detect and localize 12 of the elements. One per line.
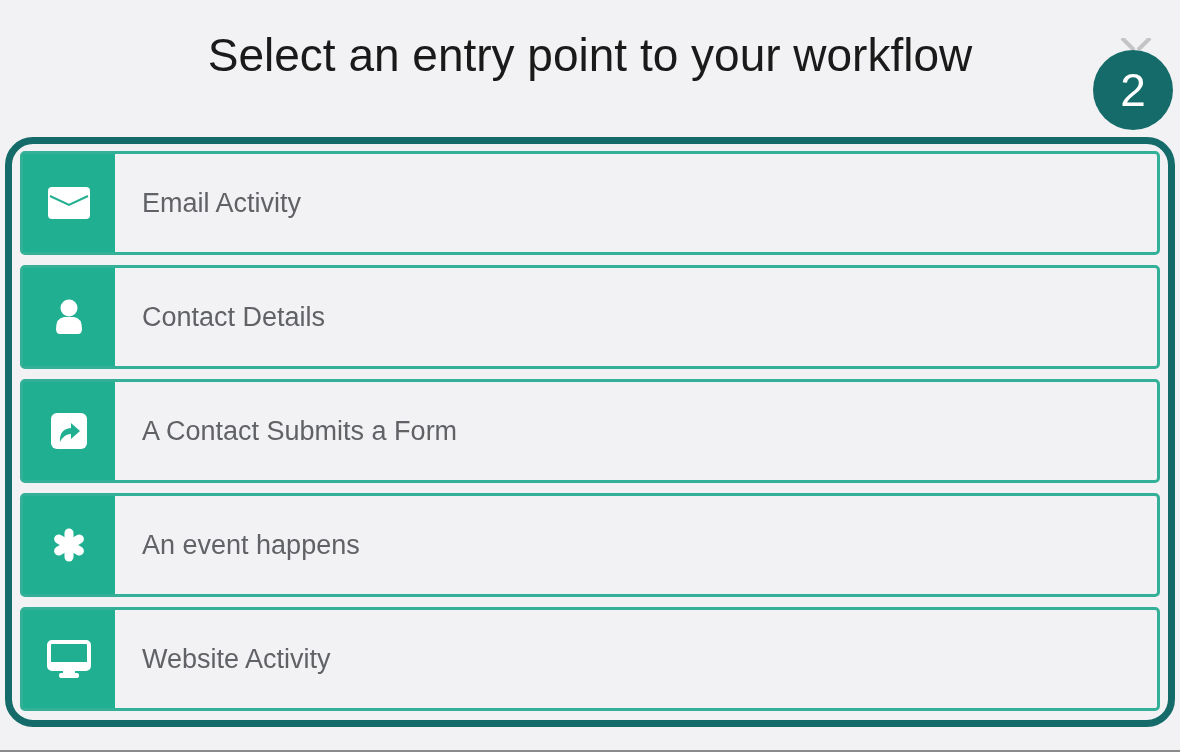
dialog-title: Select an entry point to your workflow bbox=[207, 28, 973, 83]
entry-point-option[interactable]: An event happens bbox=[20, 493, 1160, 597]
monitor-icon bbox=[47, 640, 91, 678]
asterisk-icon bbox=[52, 528, 86, 562]
close-button[interactable] bbox=[1120, 38, 1152, 50]
entry-point-option[interactable]: A Contact Submits a Form bbox=[20, 379, 1160, 483]
step-badge: 2 bbox=[1093, 50, 1173, 130]
person-icon bbox=[54, 299, 84, 335]
entry-point-option[interactable]: Email Activity bbox=[20, 151, 1160, 255]
envelope-icon bbox=[48, 187, 90, 219]
entry-point-option[interactable]: Website Activity bbox=[20, 607, 1160, 711]
entry-point-option[interactable]: Contact Details bbox=[20, 265, 1160, 369]
